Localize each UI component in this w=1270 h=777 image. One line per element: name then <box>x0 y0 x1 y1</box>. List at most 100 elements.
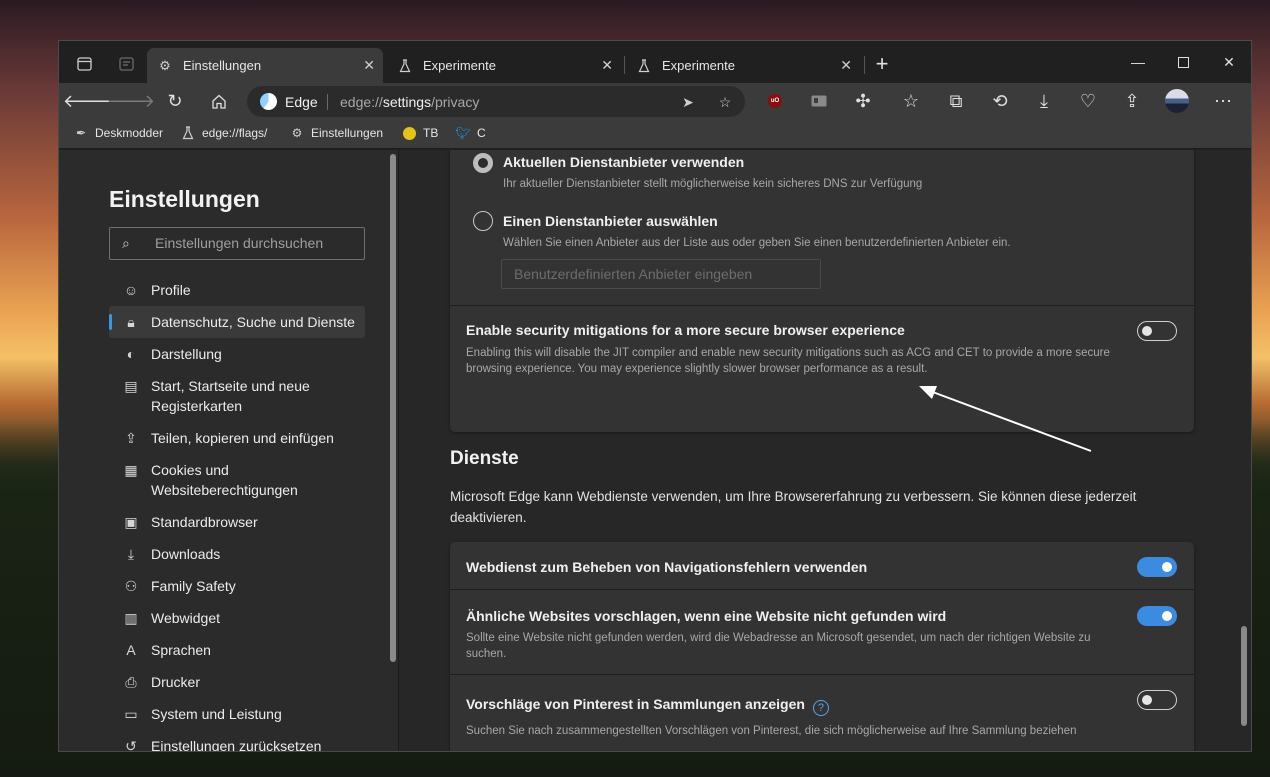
sidebar-item-label: Drucker <box>151 674 201 690</box>
tab-settings[interactable]: ⚙ Einstellungen ✕ <box>147 48 383 83</box>
close-icon[interactable]: ✕ <box>363 57 375 74</box>
gear-icon: ⚙ <box>291 126 303 140</box>
search-input[interactable] <box>155 235 355 251</box>
service-pinterest-toggle[interactable] <box>1137 690 1177 710</box>
favorite-label: Deskmodder <box>95 126 164 140</box>
sidebar-title: Einstellungen <box>109 186 260 212</box>
sidebar-item-start[interactable]: ▤ Start, Startseite und neue Registerkar… <box>109 370 365 422</box>
card-divider <box>450 674 1194 675</box>
sidebar-item-label: Teilen, kopieren und einfügen <box>151 430 334 446</box>
add-favorite-icon[interactable]: ☆ <box>714 91 736 113</box>
close-icon[interactable]: ✕ <box>840 57 852 74</box>
favorite-label: Einstellungen <box>311 126 384 140</box>
security-mitigations-toggle[interactable] <box>1137 321 1177 341</box>
sidebar-item-printers[interactable]: ⎙ Drucker <box>109 666 365 698</box>
favorite-label: C <box>477 126 486 140</box>
ublock-icon[interactable]: uO <box>760 86 790 116</box>
downloads-icon[interactable]: ⤓ <box>1029 86 1059 116</box>
favorites-icon[interactable]: ☆ <box>896 86 926 116</box>
back-arrow-icon[interactable]: 🡐 <box>63 86 111 116</box>
sidebar-item-label: Sprachen <box>151 642 211 658</box>
sidebar-item-default-browser[interactable]: ▣ Standardbrowser <box>109 506 365 538</box>
maximize-icon[interactable] <box>1160 49 1206 75</box>
new-tab-button[interactable]: + <box>869 51 895 77</box>
sidebar-item-profile[interactable]: ☺ Profile <box>109 274 365 306</box>
favorites-bar: ✒ Deskmodder edge://flags/ ⚙ Einstellung… <box>59 119 1251 149</box>
sidebar-item-label: Profile <box>151 282 191 298</box>
close-window-icon[interactable]: ✕ <box>1206 49 1251 75</box>
service-nav-errors-title: Webdienst zum Beheben von Navigationsfeh… <box>466 559 868 575</box>
send-icon[interactable]: ➤ <box>677 91 699 113</box>
service-similar-sites-desc: Sollte eine Website nicht gefunden werde… <box>466 632 1091 660</box>
favorite-c[interactable]: 🐦︎ C <box>455 125 486 141</box>
help-icon[interactable]: ? <box>812 700 829 716</box>
favorite-deskmodder[interactable]: ✒ Deskmodder <box>73 125 163 141</box>
security-mitigations-title: Enable security mitigations for a more s… <box>466 322 905 338</box>
tb-icon <box>401 125 417 141</box>
security-mitigations-desc: Enabling this will disable the JIT compi… <box>466 347 1110 375</box>
sidebar-item-label: System und Leistung <box>151 706 282 722</box>
browser-essentials-icon[interactable]: ♡ <box>1073 86 1103 116</box>
sidebar-item-privacy[interactable]: 🔒︎ Datenschutz, Suche und Dienste <box>109 306 365 338</box>
address-bar[interactable]: Edge edge://settings/privacy ➤ ☆ <box>247 86 745 117</box>
address-url[interactable]: edge://settings/privacy <box>340 94 479 110</box>
custom-provider-input[interactable]: Benutzerdefinierten Anbieter eingeben <box>501 259 821 289</box>
sidebar-item-downloads[interactable]: ⤓ Downloads <box>109 538 365 570</box>
card-divider <box>450 305 1194 306</box>
forward-arrow-icon[interactable]: 🡒 <box>107 86 155 116</box>
service-similar-sites-toggle[interactable] <box>1137 606 1177 626</box>
tab-actions-icon[interactable] <box>69 50 99 78</box>
dns-choose-radio[interactable] <box>473 211 493 231</box>
sidebar-item-cookies[interactable]: ▦ Cookies und Websiteberechtigungen <box>109 454 365 506</box>
sidebar-item-languages[interactable]: A Sprachen <box>109 634 365 666</box>
sidebar-item-share[interactable]: ⇪ Teilen, kopieren und einfügen <box>109 422 365 454</box>
sidebar-item-system[interactable]: ▭ System und Leistung <box>109 698 365 730</box>
favorite-tb[interactable]: TB <box>401 125 438 141</box>
tab-experiments[interactable]: Experimente ✕ <box>626 48 860 83</box>
favorite-flags[interactable]: edge://flags/ <box>180 125 267 141</box>
close-icon[interactable]: ✕ <box>601 57 613 74</box>
extensions-puzzle-icon[interactable]: ✣ <box>848 86 878 116</box>
widget-icon: ▥ <box>124 610 138 626</box>
favorite-label: TB <box>423 126 439 140</box>
tab-label: Experimente <box>423 58 496 73</box>
sidebar-item-webwidget[interactable]: ▥ Webwidget <box>109 602 365 634</box>
sidebar-item-family-safety[interactable]: ⚇ Family Safety <box>109 570 365 602</box>
refresh-icon[interactable]: ↻ <box>160 86 190 116</box>
settings-search[interactable]: ⌕ <box>109 227 365 260</box>
browser-window: ⚙ Einstellungen ✕ Experimente ✕ Experime… <box>58 40 1252 752</box>
share-icon: ⇪ <box>125 430 137 446</box>
service-pinterest-title: Vorschläge von Pinterest in Sammlungen a… <box>466 696 829 716</box>
download-icon: ⤓ <box>127 546 135 562</box>
section-desc-services: Microsoft Edge kann Webdienste verwenden… <box>450 489 1137 525</box>
sidebar-item-appearance[interactable]: ◐ Darstellung <box>109 338 365 370</box>
minimize-icon[interactable]: ― <box>1115 49 1161 75</box>
sidebar-scrollbar[interactable] <box>390 154 396 662</box>
service-similar-sites-title: Ähnliche Websites vorschlagen, wenn eine… <box>466 608 947 624</box>
service-nav-errors-toggle[interactable] <box>1137 557 1177 577</box>
collections-icon[interactable]: ⧉ <box>941 86 971 116</box>
extension-card-icon[interactable] <box>804 86 834 116</box>
sidebar-item-label: Webwidget <box>151 610 221 626</box>
pen-icon: ✒ <box>75 126 87 140</box>
profile-avatar[interactable] <box>1162 86 1192 116</box>
dns-current-radio[interactable] <box>473 153 493 173</box>
share-icon[interactable]: ⇪ <box>1117 86 1147 116</box>
sidebar-item-label: Darstellung <box>151 346 222 362</box>
home-icon[interactable] <box>204 86 234 116</box>
settings-content: Einstellungen ⌕ ☺ Profile 🔒︎ Datenschutz… <box>59 150 1251 751</box>
history-icon[interactable]: ⟲ <box>985 86 1015 116</box>
workspaces-icon[interactable] <box>111 50 141 78</box>
tab-experiments[interactable]: Experimente ✕ <box>387 48 621 83</box>
favorite-einstellungen[interactable]: ⚙ Einstellungen <box>289 125 383 141</box>
more-menu-icon[interactable]: ⋯ <box>1208 86 1238 116</box>
profile-icon: ☺ <box>123 282 139 298</box>
address-separator <box>327 94 328 110</box>
main-scrollbar[interactable] <box>1241 626 1247 726</box>
sidebar-item-reset[interactable]: ↺ Einstellungen zurücksetzen <box>109 730 365 751</box>
sidebar-item-label: Standardbrowser <box>151 514 258 530</box>
palette-icon: ◐ <box>126 346 136 362</box>
sidebar-item-label: Datenschutz, Suche und Dienste <box>151 314 355 330</box>
twitter-icon: 🐦︎ <box>455 126 471 140</box>
start-page-icon: ▤ <box>124 378 138 394</box>
